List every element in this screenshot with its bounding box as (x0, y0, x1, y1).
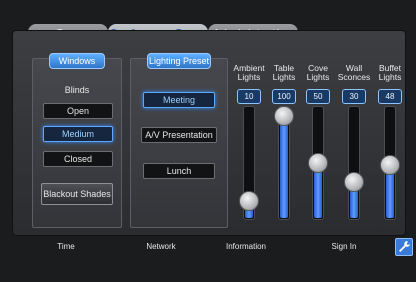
table-lights-slider-fill (280, 110, 288, 218)
ambient-lights-label: Ambient Lights (233, 63, 265, 82)
cove-lights-level-value: 50 (306, 89, 330, 104)
cove-lights-label: Cove Lights (306, 63, 330, 82)
blinds-medium-button[interactable]: Medium (43, 126, 113, 142)
buffet-lights-label: Buffet Lights (378, 63, 402, 82)
table-lights-level-value: 100 (272, 89, 296, 104)
nav-information[interactable]: Information (218, 242, 274, 254)
buffet-lights-slider-knob[interactable] (380, 155, 400, 175)
cove-lights-slider-knob[interactable] (308, 153, 328, 173)
lighting-preset-title: Lighting Preset (147, 53, 211, 69)
buffet-lights-level-value: 48 (378, 89, 402, 104)
nav-sign-in[interactable]: Sign In (322, 242, 366, 254)
preset-lunch-button[interactable]: Lunch (143, 163, 215, 179)
preset-meeting-button[interactable]: Meeting (143, 92, 215, 108)
windows-title: Windows (49, 53, 105, 69)
nav-time[interactable]: Time (44, 242, 88, 254)
wall-sconces-level-value: 30 (342, 89, 366, 104)
ambient-lights-level-value: 10 (237, 89, 261, 104)
blackout-shades-button[interactable]: Blackout Shades (41, 183, 113, 205)
windows-section: Windows Blinds Open Medium Closed Blacko… (32, 53, 122, 228)
blinds-closed-button[interactable]: Closed (43, 151, 113, 167)
wall-sconces-label: Wall Sconces (337, 63, 371, 82)
table-lights-slider-knob[interactable] (274, 106, 294, 126)
blinds-label: Blinds (64, 85, 90, 95)
wrench-icon-graphic (399, 241, 410, 252)
preset-av-presentation-button[interactable]: A/V Presentation (141, 127, 217, 143)
wall-sconces-slider-track[interactable] (348, 106, 360, 220)
app-frame: Gym Conference Room Administration Windo… (0, 0, 416, 282)
wall-sconces-slider-knob[interactable] (344, 172, 364, 192)
nav-network[interactable]: Network (134, 242, 188, 254)
lighting-preset-section: Lighting Preset Meeting A/V Presentation… (130, 53, 228, 228)
wrench-icon[interactable] (395, 238, 413, 256)
blinds-open-button[interactable]: Open (43, 103, 113, 119)
ambient-lights-slider-knob[interactable] (239, 191, 259, 211)
